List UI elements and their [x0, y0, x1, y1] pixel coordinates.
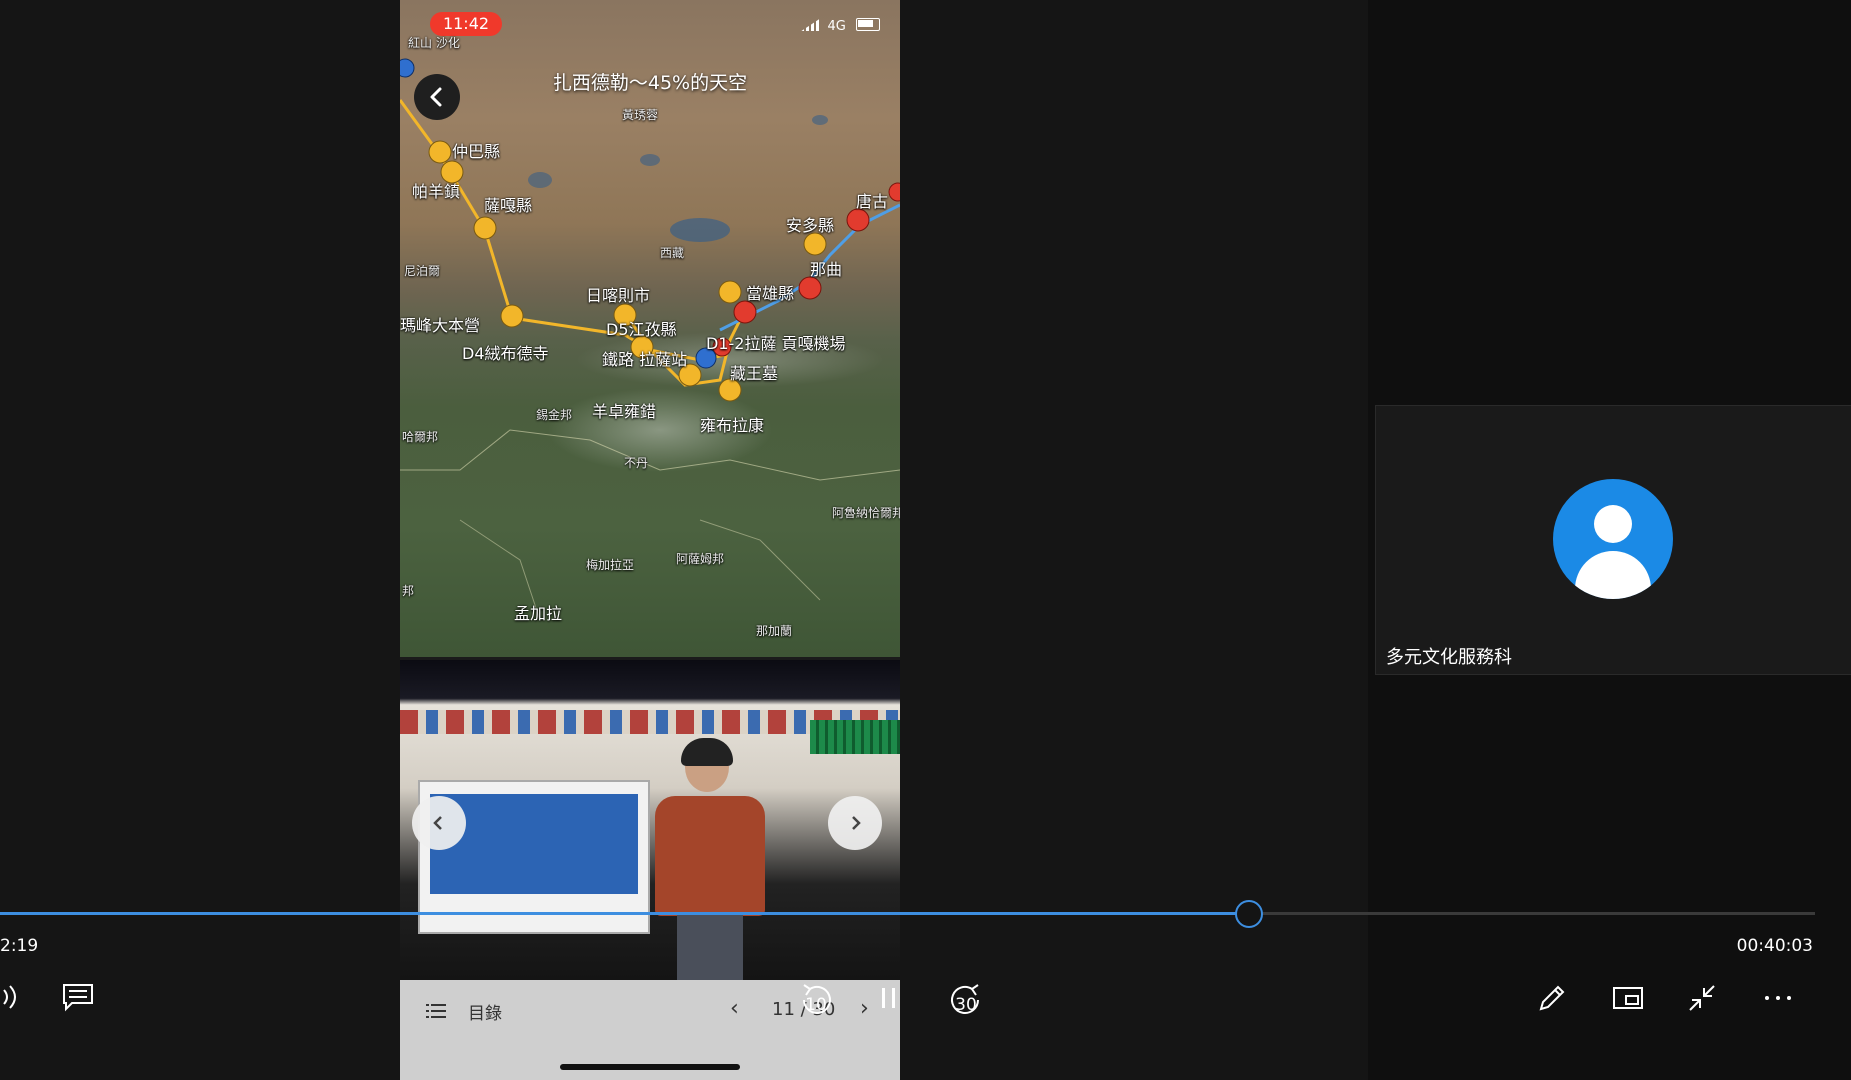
more-icon — [1765, 996, 1791, 1000]
signal-icon — [801, 19, 820, 31]
captions-button[interactable] — [62, 982, 94, 1012]
map-label: 孟加拉 — [514, 604, 563, 623]
map-label: 薩嘎縣 — [484, 196, 533, 215]
map-label: 阿薩姆邦 — [676, 552, 725, 566]
map-label: 不丹 — [624, 456, 649, 470]
photo-next-button[interactable] — [828, 796, 882, 850]
photo-prev-button[interactable] — [412, 796, 466, 850]
network-type: 4G — [827, 19, 846, 34]
map-label: 那曲 — [810, 260, 843, 279]
list-icon[interactable] — [426, 1004, 446, 1018]
rewind-seconds: 10 — [805, 995, 827, 1015]
exit-fullscreen-button[interactable] — [1686, 982, 1718, 1014]
exit-fullscreen-icon — [1689, 985, 1715, 1011]
map-label: D5江孜縣 — [606, 320, 677, 339]
chevron-left-icon — [430, 87, 442, 107]
pause-button[interactable] — [880, 986, 898, 1010]
tent-trim — [810, 720, 900, 754]
page-next-button[interactable]: › — [860, 996, 869, 1021]
status-right: 4G — [801, 18, 880, 34]
pause-icon — [882, 988, 895, 1008]
battery-icon — [856, 18, 880, 31]
elapsed-time: 2:19 — [0, 936, 39, 956]
avatar — [1553, 479, 1673, 599]
person-icon — [1594, 505, 1632, 543]
pen-icon — [1539, 985, 1565, 1011]
total-time: 00:40:03 — [1736, 936, 1813, 956]
map-label: 邦 — [402, 584, 415, 598]
captions-icon — [63, 984, 93, 1012]
shared-screen: 11:42 4G 扎西德勒～45%的天空 紅山 沙化 黃琇蓉 仲巴縣 帕羊鎮 薩… — [400, 0, 900, 1080]
back-button[interactable] — [414, 74, 460, 120]
pip-button[interactable] — [1612, 984, 1644, 1012]
map-label: 梅加拉亞 — [586, 558, 635, 572]
status-time-pill: 11:42 — [430, 12, 502, 36]
annotate-button[interactable] — [1536, 982, 1568, 1014]
map-title: 扎西德勒～45%的天空 — [552, 72, 748, 94]
map-label: 那加蘭 — [756, 624, 793, 638]
map-label: 瑪峰大本營 — [400, 316, 481, 335]
map-label: 藏王墓 — [730, 364, 779, 383]
map-label: 鐵路 拉薩站 — [602, 350, 688, 369]
seek-bar-progress — [0, 912, 1249, 915]
volume-button[interactable] — [0, 982, 24, 1012]
map-label: 當雄縣 — [746, 284, 795, 303]
map-label: D4絨布德寺 — [462, 344, 549, 363]
map-label: 西藏 — [660, 246, 685, 260]
map-label: 黃琇蓉 — [622, 108, 659, 122]
map-label: 羊卓雍錯 — [592, 402, 657, 421]
map-label: 哈爾邦 — [402, 430, 439, 444]
home-indicator — [560, 1064, 740, 1070]
rewind-button[interactable]: 10 — [796, 980, 836, 1020]
map-label: 尼泊爾 — [404, 264, 441, 278]
chevron-right-icon — [852, 816, 861, 830]
slide-photo — [400, 660, 900, 982]
map-label: 帕羊鎮 — [412, 182, 461, 201]
chevron-left-icon — [433, 816, 442, 830]
map-label: 仲巴縣 — [452, 142, 501, 161]
picture-in-picture-icon — [1613, 987, 1643, 1009]
map-label: 錫金邦 — [536, 408, 573, 422]
toc-label[interactable]: 目錄 — [468, 999, 502, 1024]
map-label: D1-2拉薩 貢嘎機場 — [706, 334, 846, 353]
forward-button[interactable]: 30 — [946, 980, 986, 1020]
more-button[interactable] — [1762, 982, 1794, 1014]
person-figure — [655, 738, 765, 982]
map-label: 唐古 — [856, 192, 889, 211]
volume-icon — [3, 985, 16, 1009]
participant-name: 多元文化服務科 — [1386, 647, 1512, 668]
map-label: 雍布拉康 — [700, 416, 765, 435]
forward-seconds: 30 — [955, 995, 977, 1015]
seek-thumb[interactable] — [1234, 900, 1263, 928]
map-label: 紅山 沙化 — [408, 36, 460, 50]
map-label: 日喀則市 — [586, 286, 651, 305]
map-label: 阿魯納恰爾邦 — [832, 506, 900, 520]
page-prev-button[interactable]: ‹ — [730, 996, 739, 1021]
participant-tile[interactable]: 多元文化服務科 — [1375, 405, 1851, 675]
map-label: 安多縣 — [786, 216, 835, 235]
